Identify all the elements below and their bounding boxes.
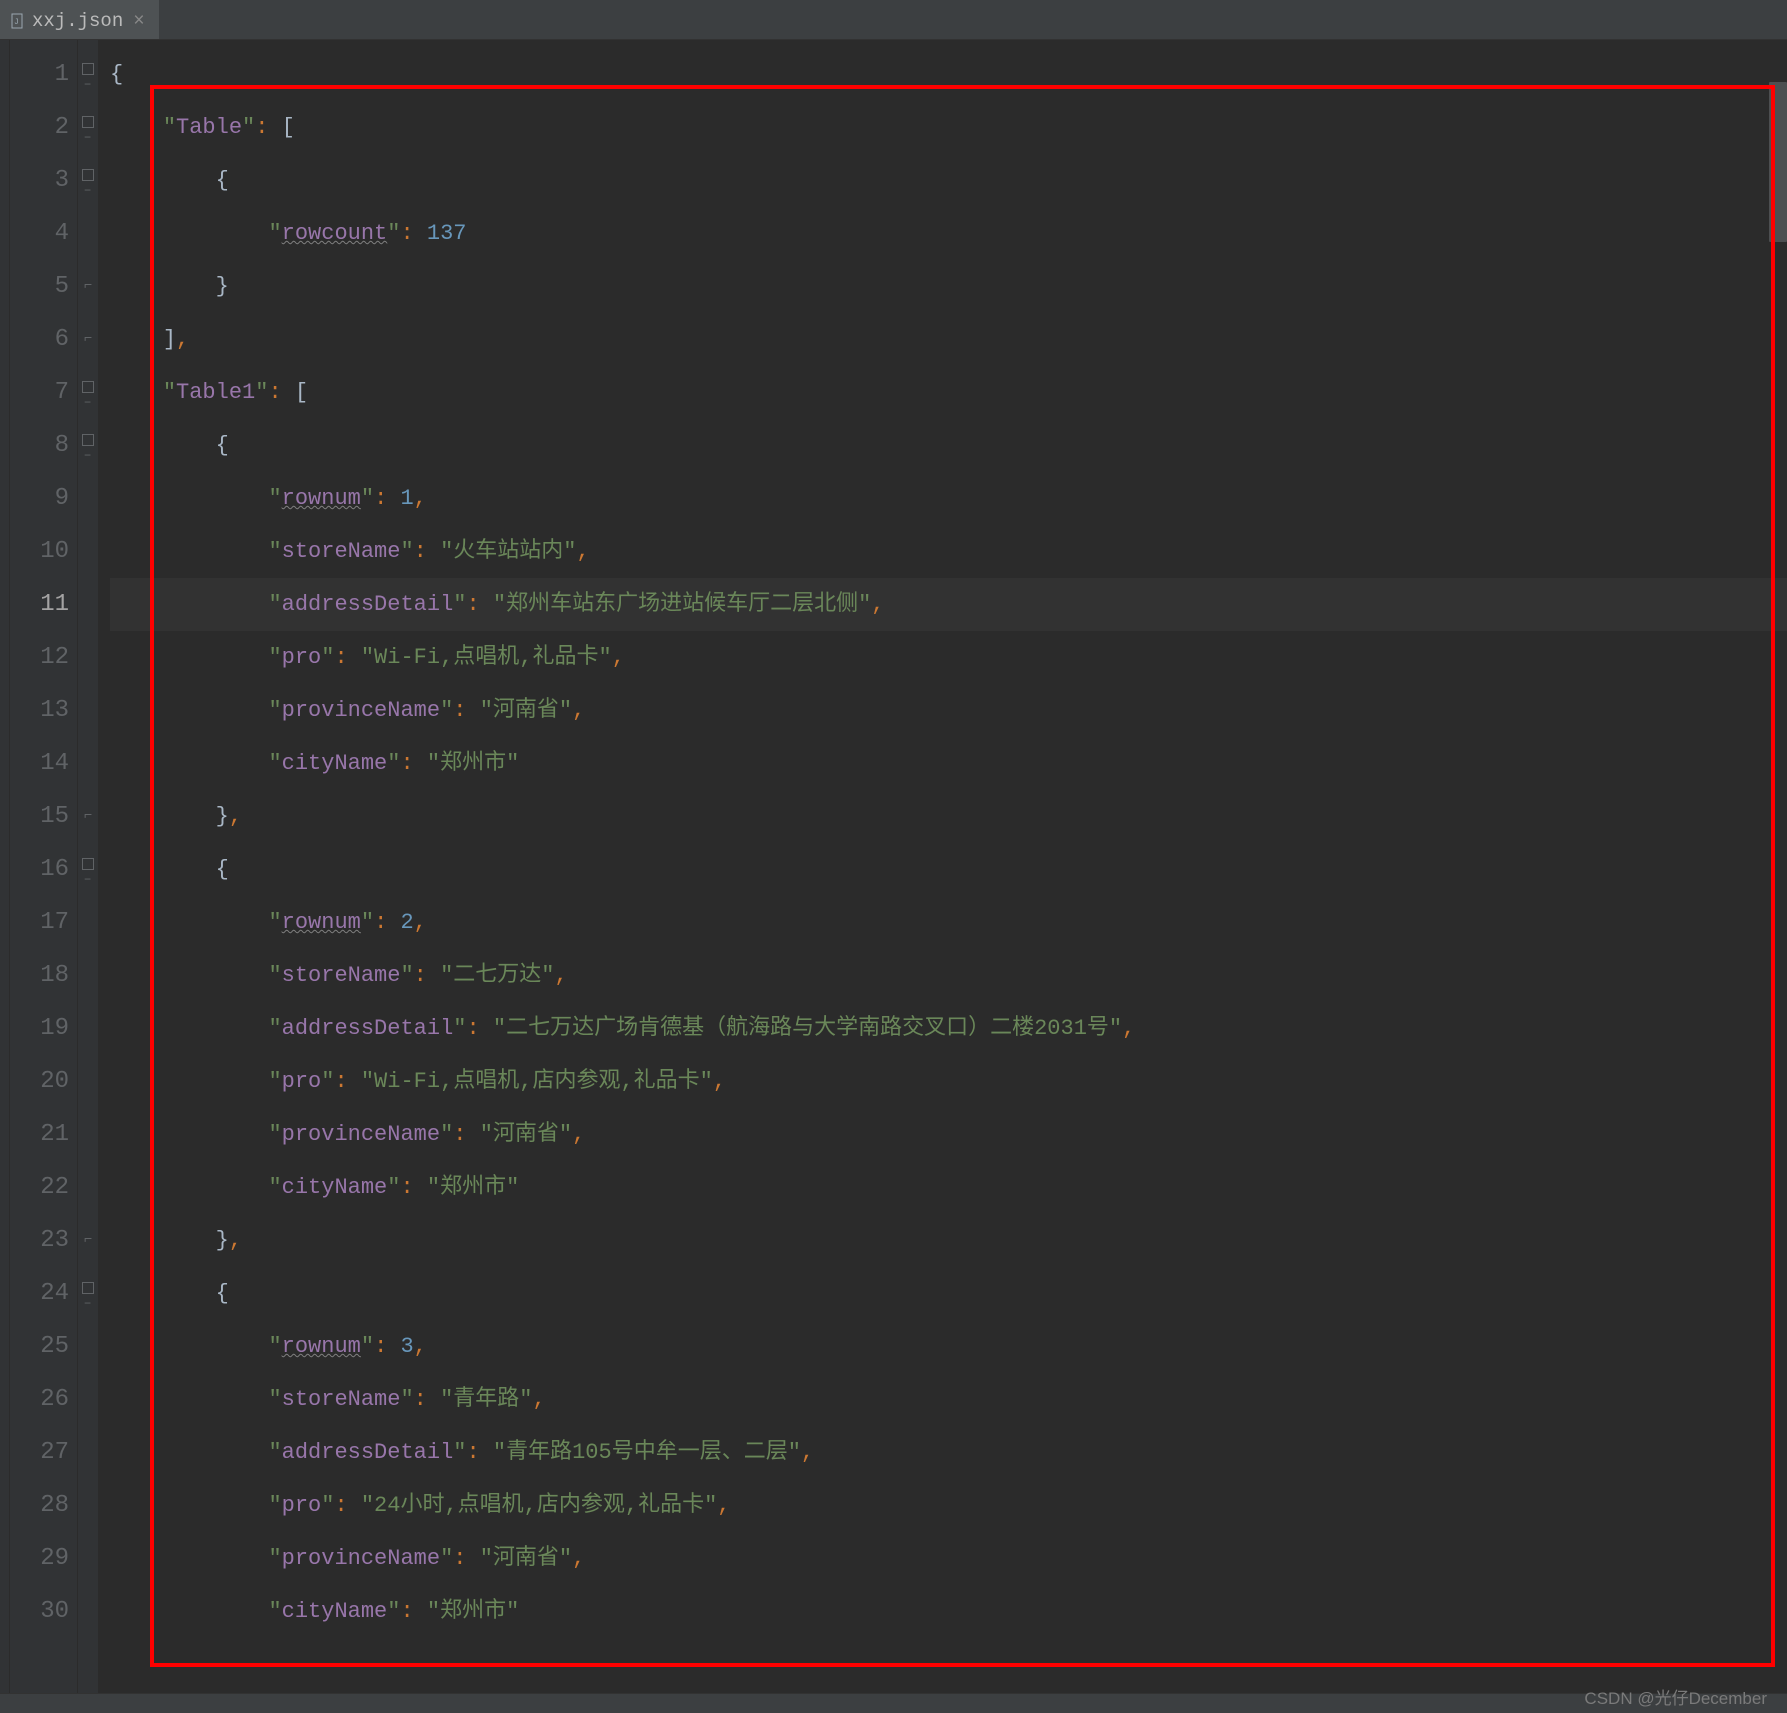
code-line[interactable]: "provinceName": "河南省", xyxy=(110,1532,1787,1585)
line-number: 16 xyxy=(10,843,69,896)
code-line[interactable]: "rownum": 3, xyxy=(110,1320,1787,1373)
code-line[interactable]: "pro": "Wi-Fi,点唱机,礼品卡", xyxy=(110,631,1787,684)
watermark: CSDN @光仔December xyxy=(1584,1684,1767,1709)
line-number: 12 xyxy=(10,631,69,684)
line-number: 8 xyxy=(10,419,69,472)
code-line[interactable]: { xyxy=(110,48,1787,101)
line-number: 30 xyxy=(10,1585,69,1638)
line-gutter[interactable]: 1 2 3 4 5 6 7 8 9 10 11 12 13 14 15 16 1… xyxy=(10,40,78,1693)
fold-column: ⌐ ⌐ ⌐ ⌐ xyxy=(78,40,98,1693)
line-number: 18 xyxy=(10,949,69,1002)
fold-close-icon[interactable]: ⌐ xyxy=(78,260,98,313)
svg-text:J: J xyxy=(14,18,19,27)
code-line[interactable]: "addressDetail": "青年路105号中牟一层、二层", xyxy=(110,1426,1787,1479)
line-number: 21 xyxy=(10,1108,69,1161)
tab-bar: J xxj.json × xyxy=(0,0,1787,40)
code-line[interactable]: "rowcount": 137 xyxy=(110,207,1787,260)
code-line[interactable]: "rownum": 1, xyxy=(110,472,1787,525)
code-line[interactable]: "storeName": "青年路", xyxy=(110,1373,1787,1426)
line-number: 4 xyxy=(10,207,69,260)
code-line[interactable]: "cityName": "郑州市" xyxy=(110,1161,1787,1214)
line-number: 3 xyxy=(10,154,69,207)
line-number: 23 xyxy=(10,1214,69,1267)
code-line[interactable]: }, xyxy=(110,790,1787,843)
line-number: 27 xyxy=(10,1426,69,1479)
close-icon[interactable]: × xyxy=(129,10,148,32)
code-line[interactable]: "provinceName": "河南省", xyxy=(110,684,1787,737)
line-number: 9 xyxy=(10,472,69,525)
line-number: 7 xyxy=(10,366,69,419)
status-bar xyxy=(0,1693,1787,1713)
code-line[interactable]: "storeName": "火车站站内", xyxy=(110,525,1787,578)
code-line[interactable]: "pro": "Wi-Fi,点唱机,店内参观,礼品卡", xyxy=(110,1055,1787,1108)
code-line[interactable]: "addressDetail": "郑州车站东广场进站候车厅二层北侧", xyxy=(110,578,1787,631)
line-number: 6 xyxy=(10,313,69,366)
code-line[interactable]: "addressDetail": "二七万达广场肯德基（航海路与大学南路交叉口）… xyxy=(110,1002,1787,1055)
line-number: 22 xyxy=(10,1161,69,1214)
line-number: 24 xyxy=(10,1267,69,1320)
line-number: 1 xyxy=(10,48,69,101)
code-line[interactable]: } xyxy=(110,260,1787,313)
line-number: 29 xyxy=(10,1532,69,1585)
code-line[interactable]: { xyxy=(110,154,1787,207)
tab-filename: xxj.json xyxy=(32,10,123,32)
fold-close-icon[interactable]: ⌐ xyxy=(78,790,98,843)
line-number: 28 xyxy=(10,1479,69,1532)
line-number: 10 xyxy=(10,525,69,578)
code-line[interactable]: { xyxy=(110,419,1787,472)
code-line[interactable]: { xyxy=(110,843,1787,896)
code-line[interactable]: "cityName": "郑州市" xyxy=(110,737,1787,790)
code-line[interactable]: ], xyxy=(110,313,1787,366)
code-line[interactable]: "Table1": [ xyxy=(110,366,1787,419)
fold-marker[interactable] xyxy=(78,1267,98,1320)
code-line[interactable]: { xyxy=(110,1267,1787,1320)
line-number: 5 xyxy=(10,260,69,313)
fold-close-icon[interactable]: ⌐ xyxy=(78,313,98,366)
code-line[interactable]: "provinceName": "河南省", xyxy=(110,1108,1787,1161)
line-number: 15 xyxy=(10,790,69,843)
code-line[interactable]: }, xyxy=(110,1214,1787,1267)
code-line[interactable]: "rownum": 2, xyxy=(110,896,1787,949)
editor-container: 1 2 3 4 5 6 7 8 9 10 11 12 13 14 15 16 1… xyxy=(0,40,1787,1693)
code-line[interactable]: "pro": "24小时,点唱机,店内参观,礼品卡", xyxy=(110,1479,1787,1532)
line-number: 25 xyxy=(10,1320,69,1373)
line-number: 26 xyxy=(10,1373,69,1426)
fold-marker[interactable] xyxy=(78,48,98,101)
file-tab[interactable]: J xxj.json × xyxy=(0,0,159,39)
line-number: 20 xyxy=(10,1055,69,1108)
line-number-current: 11 xyxy=(10,578,69,631)
fold-marker[interactable] xyxy=(78,366,98,419)
left-margin xyxy=(0,40,10,1693)
line-number: 13 xyxy=(10,684,69,737)
line-number: 17 xyxy=(10,896,69,949)
line-number: 19 xyxy=(10,1002,69,1055)
scrollbar-thumb[interactable] xyxy=(1769,82,1787,242)
line-number: 2 xyxy=(10,101,69,154)
fold-marker[interactable] xyxy=(78,843,98,896)
fold-close-icon[interactable]: ⌐ xyxy=(78,1214,98,1267)
code-line[interactable]: "storeName": "二七万达", xyxy=(110,949,1787,1002)
line-number: 14 xyxy=(10,737,69,790)
code-line[interactable]: "Table": [ xyxy=(110,101,1787,154)
code-line[interactable]: "cityName": "郑州市" xyxy=(110,1585,1787,1638)
json-file-icon: J xyxy=(10,13,26,29)
code-editor[interactable]: { "Table": [ { "rowcount": 137 } ], "Tab… xyxy=(98,40,1787,1693)
